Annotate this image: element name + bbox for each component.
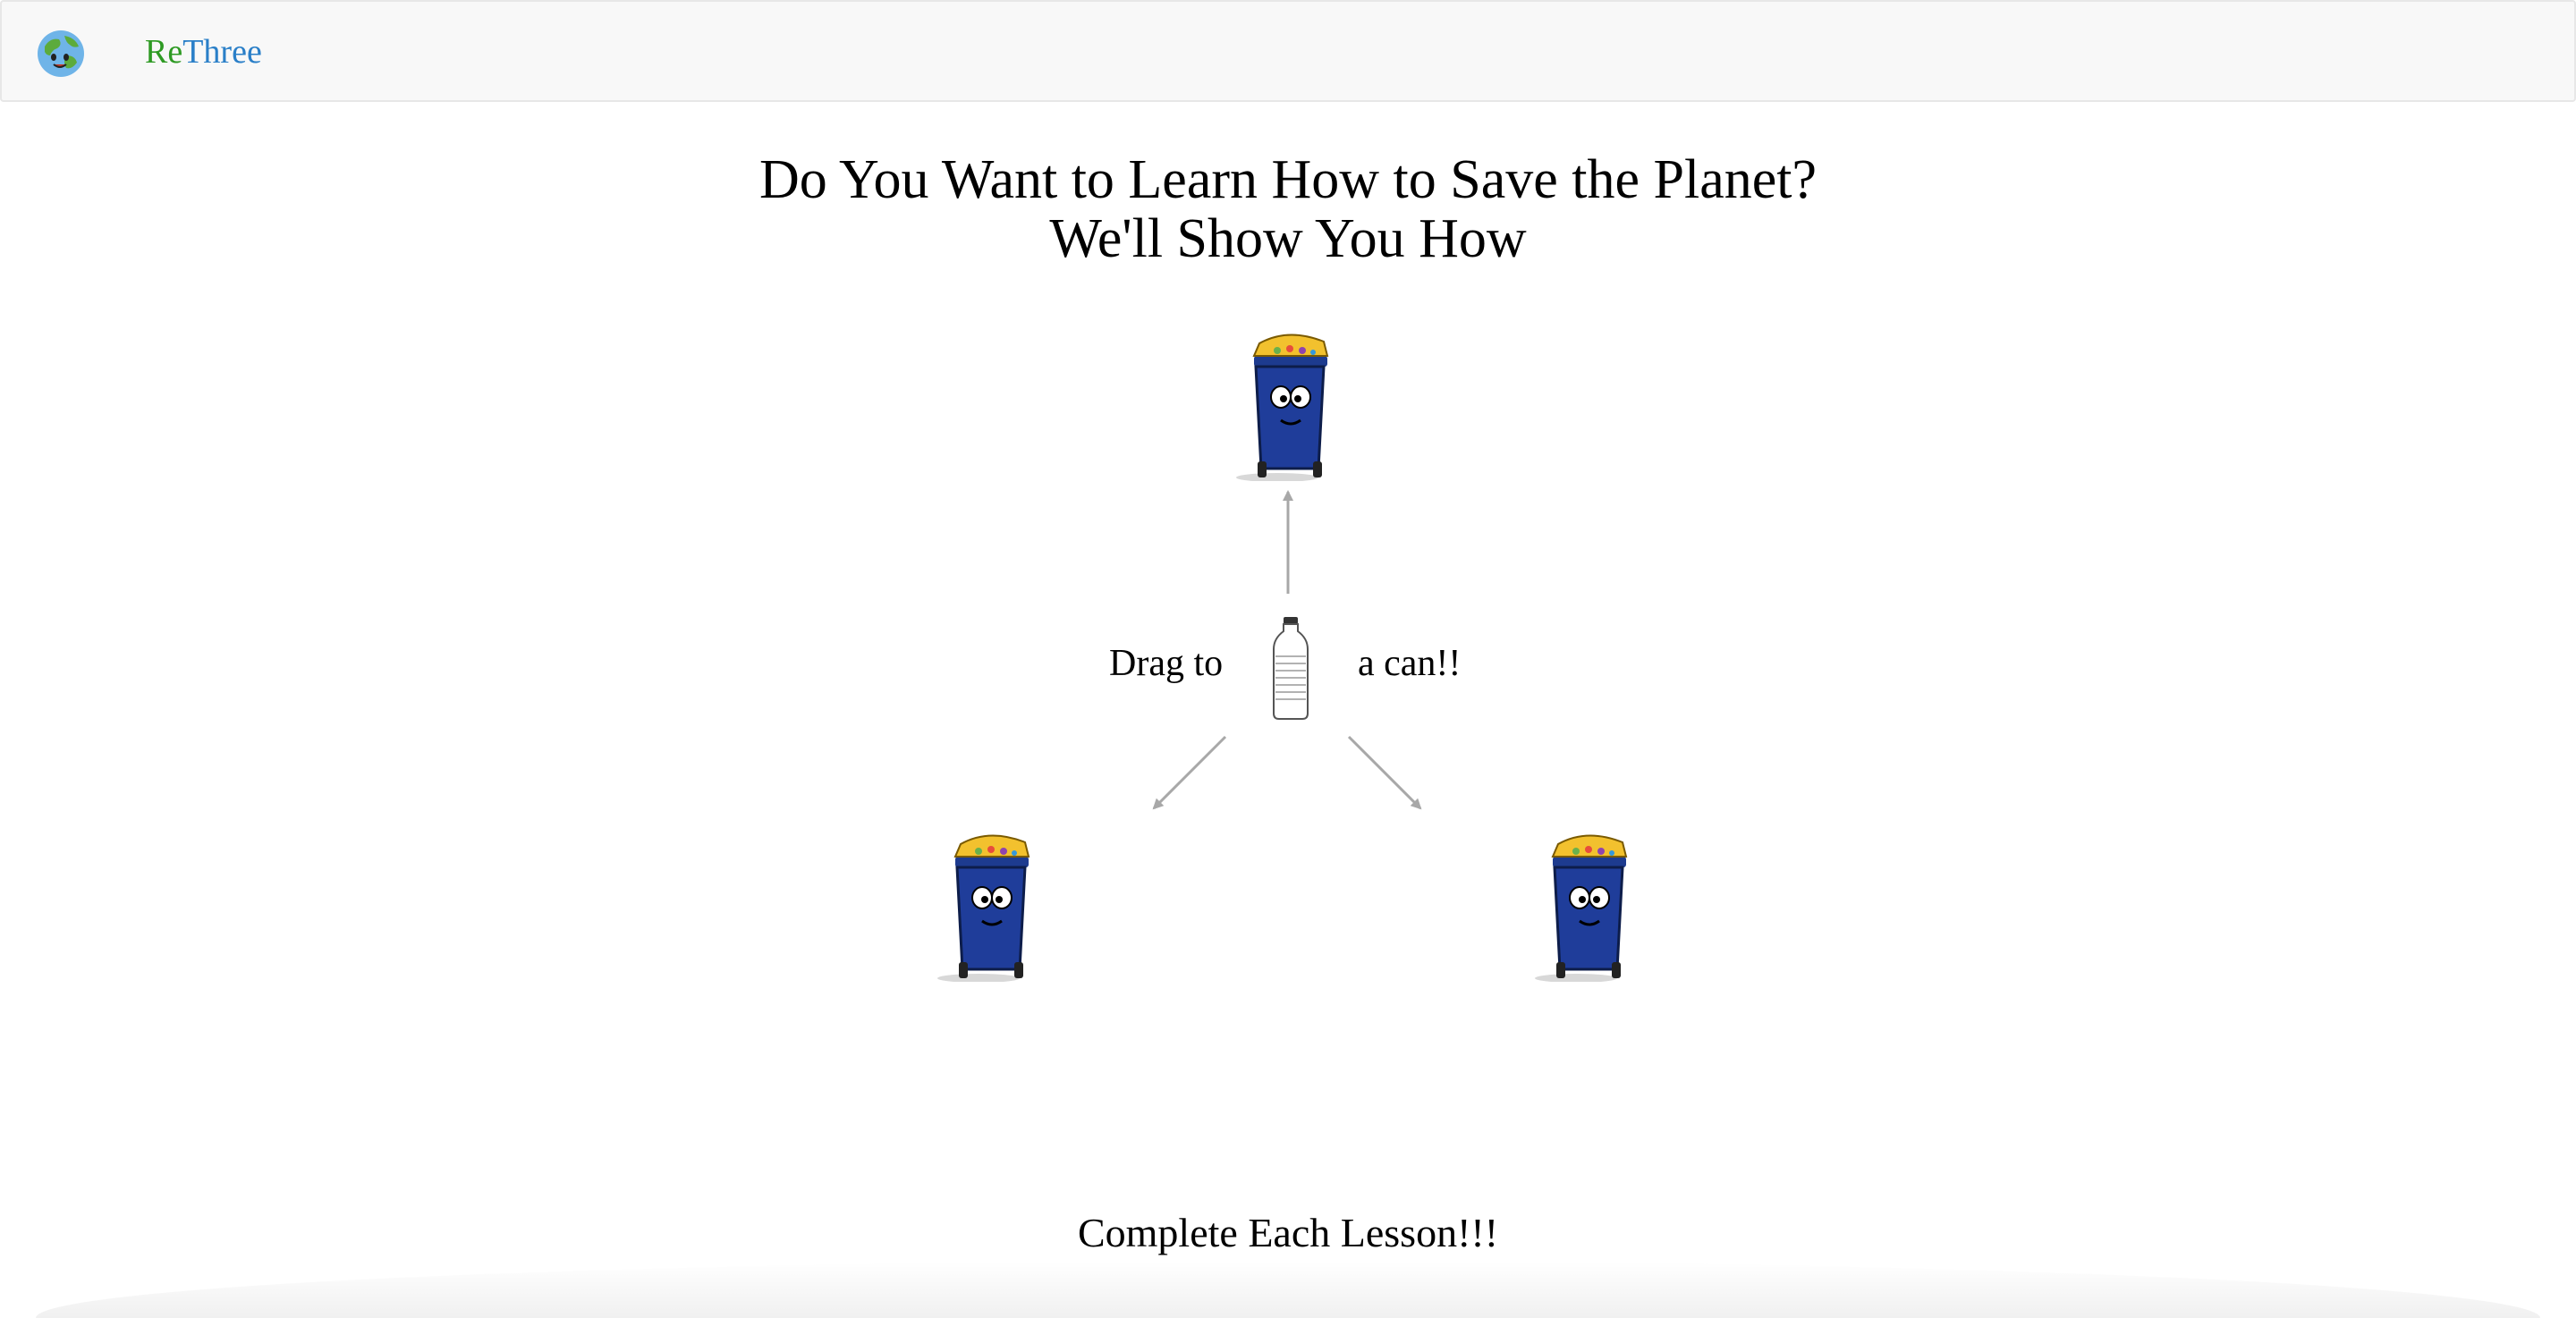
- instruction-drag-to: Drag to: [1109, 643, 1224, 684]
- page-title: Do You Want to Learn How to Save the Pla…: [0, 150, 2576, 268]
- bottom-shadow: [36, 1261, 2540, 1318]
- arrow-down-left-icon: [1152, 735, 1227, 810]
- arrow-down-right-icon: [1347, 735, 1422, 810]
- instruction-a-can: a can!!: [1358, 643, 1462, 684]
- title-line-2: We'll Show You How: [1049, 208, 1527, 269]
- footer-text: Complete Each Lesson!!!: [1077, 1210, 1499, 1255]
- recycling-bin-left[interactable]: [936, 830, 1043, 982]
- recycling-bin-top[interactable]: [1234, 329, 1342, 481]
- navbar: ReThree: [0, 0, 2576, 102]
- brand-link[interactable]: ReThree: [145, 30, 262, 73]
- brand-re: Re: [145, 33, 183, 71]
- earth-globe-icon[interactable]: [36, 29, 86, 79]
- recycling-bin-right[interactable]: [1533, 830, 1640, 982]
- brand-three: Three: [182, 33, 262, 71]
- water-bottle-icon[interactable]: [1268, 615, 1313, 721]
- title-line-1: Do You Want to Learn How to Save the Pla…: [758, 149, 1818, 210]
